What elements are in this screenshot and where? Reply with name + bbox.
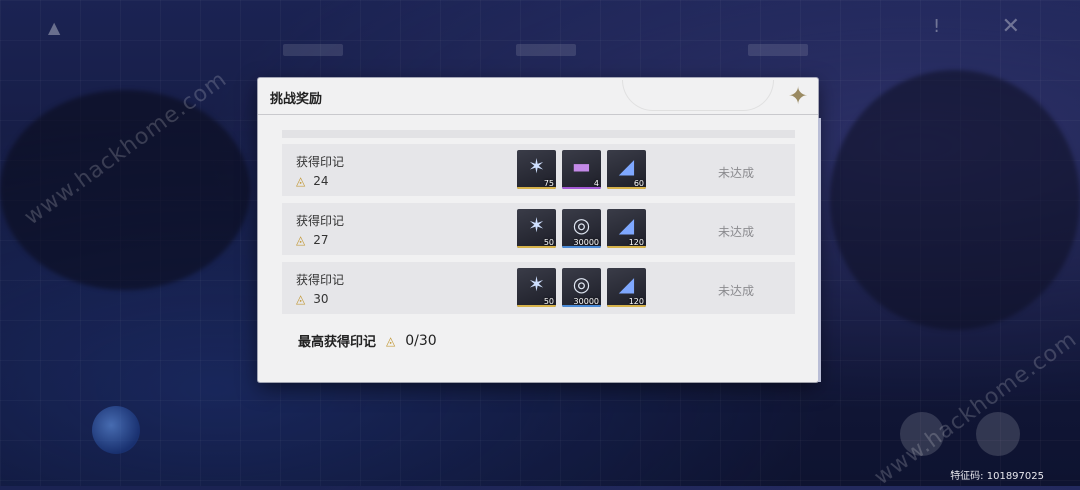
rarity-bar (562, 187, 601, 189)
reward-items: ✶ 50 ◎ 30000 ◢ 120 (517, 209, 646, 248)
header-decoration (622, 80, 774, 111)
close-icon: ✦ (787, 82, 809, 110)
background-shadow (830, 70, 1080, 330)
summary-value: 0/30 (405, 332, 437, 349)
reward-item[interactable]: ✶ 75 (517, 150, 556, 189)
row-mark-count: ◬ 30 (296, 292, 329, 306)
star-crystal-icon: ✶ (528, 213, 545, 237)
rarity-bar (562, 246, 601, 248)
reward-item[interactable]: ◢ 120 (607, 268, 646, 307)
mark-value: 30 (313, 292, 329, 306)
background-tab (748, 44, 808, 56)
row-label: 获得印记 (296, 214, 345, 228)
silver-coin-icon: ◎ (572, 272, 591, 296)
row-label: 获得印记 (296, 273, 345, 287)
background-mark-icon: ▲ (48, 18, 61, 37)
background-tab (516, 44, 576, 56)
blue-pyramid-icon: ◢ (618, 154, 635, 178)
mark-icon: ◬ (386, 333, 396, 348)
mark-icon: ◬ (296, 174, 306, 188)
reward-row: 获得印记 ◬ 30 ✶ 50 ◎ 30000 ◢ 120 未达成 (282, 262, 795, 314)
reward-row: 获得印记 ◬ 27 ✶ 50 ◎ 30000 ◢ 120 未达成 (282, 203, 795, 255)
background-close-icon: ✕ (1001, 14, 1020, 39)
rarity-bar (517, 305, 556, 307)
challenge-rewards-dialog: 挑战奖励 ✦ 获得印记 ◬ 24 ✶ 75 ▬ 4 ◢ 60 未达成 获得印记 ◬ 27 ✶ 50 ◎ 3000… (258, 78, 821, 382)
mark-icon: ◬ (296, 233, 306, 247)
rarity-bar (517, 246, 556, 248)
row-label: 获得印记 (296, 155, 345, 169)
close-button[interactable]: ✦ (784, 82, 812, 110)
blue-pyramid-icon: ◢ (618, 213, 635, 237)
star-crystal-icon: ✶ (528, 272, 545, 296)
rarity-bar (607, 187, 646, 189)
status-text: 未达成 (718, 166, 755, 180)
reward-item[interactable]: ◎ 30000 (562, 268, 601, 307)
status-text: 未达成 (718, 284, 755, 298)
reward-item[interactable]: ✶ 50 (517, 268, 556, 307)
status-text: 未达成 (718, 225, 755, 239)
dialog-title: 挑战奖励 (270, 92, 323, 107)
background-shadow (0, 90, 250, 290)
list-top-bar (282, 130, 795, 138)
summary: 最高获得印记 ◬ 0/30 (298, 331, 437, 351)
reward-item[interactable]: ◎ 30000 (562, 209, 601, 248)
rarity-bar (562, 305, 601, 307)
purple-cylinder-icon: ▬ (572, 154, 591, 178)
mark-value: 27 (313, 233, 329, 247)
reward-row: 获得印记 ◬ 24 ✶ 75 ▬ 4 ◢ 60 未达成 (282, 144, 795, 196)
background-orb-icon (92, 406, 140, 454)
rarity-bar (517, 187, 556, 189)
star-crystal-icon: ✶ (528, 154, 545, 178)
reward-item[interactable]: ◢ 60 (607, 150, 646, 189)
row-mark-count: ◬ 24 (296, 174, 329, 188)
mark-icon: ◬ (296, 292, 306, 306)
row-mark-count: ◬ 27 (296, 233, 329, 247)
summary-label: 最高获得印记 (298, 335, 377, 350)
reward-item[interactable]: ◢ 120 (607, 209, 646, 248)
reward-items: ✶ 50 ◎ 30000 ◢ 120 (517, 268, 646, 307)
background-info-icon: ! (933, 16, 941, 37)
mark-value: 24 (313, 174, 329, 188)
background-tab (283, 44, 343, 56)
blue-pyramid-icon: ◢ (618, 272, 635, 296)
feature-code: 特征码: 101897025 (950, 471, 1044, 482)
silver-coin-icon: ◎ (572, 213, 591, 237)
rarity-bar (607, 305, 646, 307)
rarity-bar (607, 246, 646, 248)
dialog-header: 挑战奖励 ✦ (258, 78, 818, 115)
reward-item[interactable]: ▬ 4 (562, 150, 601, 189)
reward-items: ✶ 75 ▬ 4 ◢ 60 (517, 150, 646, 189)
reward-item[interactable]: ✶ 50 (517, 209, 556, 248)
